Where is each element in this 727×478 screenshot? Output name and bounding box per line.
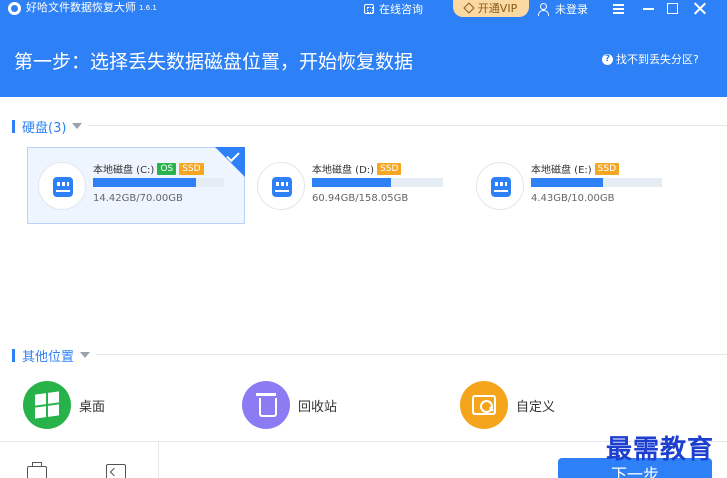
login-label: 未登录 xyxy=(555,2,588,16)
hard-drive-icon xyxy=(38,162,86,210)
app-version: 1.6.1 xyxy=(139,4,157,12)
step-header: 第一步：选择丢失数据磁盘位置，开始恢复数据 ? 找不到丢失分区? xyxy=(0,17,727,97)
trash-icon xyxy=(242,381,290,429)
disk-card-e[interactable]: 本地磁盘 (E:) SSD 4.43GB/10.00GB xyxy=(465,147,683,224)
chevron-down-icon xyxy=(80,352,91,358)
step-title: 第一步：选择丢失数据磁盘位置，开始恢复数据 xyxy=(14,51,414,73)
footer-divider xyxy=(0,441,727,442)
other-section-toggle[interactable]: 其他位置 xyxy=(12,348,91,365)
disk-usage-fill xyxy=(531,178,604,187)
vip-label: 开通VIP xyxy=(477,1,518,15)
user-icon xyxy=(537,2,549,16)
disk-usage-bar xyxy=(93,178,224,187)
location-recycle-bin[interactable]: 回收站 xyxy=(242,381,337,429)
app-logo-icon xyxy=(8,2,21,15)
disk-size: 60.94GB/158.05GB xyxy=(312,193,409,204)
app-title-text: 好哈文件数据恢复大师 xyxy=(26,1,136,14)
disk-usage-fill xyxy=(93,178,197,187)
app-title: 好哈文件数据恢复大师 1.6.1 xyxy=(26,1,157,15)
disk-card-d[interactable]: 本地磁盘 (D:) SSD 60.94GB/158.05GB xyxy=(246,147,464,224)
hard-drive-icon xyxy=(476,162,524,210)
online-consult-label: 在线咨询 xyxy=(379,2,423,16)
disk-size: 14.42GB/70.00GB xyxy=(93,193,183,204)
menu-icon[interactable] xyxy=(608,0,630,17)
location-desktop[interactable]: 桌面 xyxy=(23,381,105,429)
disk-name-text: 本地磁盘 (E:) xyxy=(531,165,592,176)
briefcase-icon[interactable] xyxy=(26,462,47,478)
disks-section-toggle[interactable]: 硬盘(3) xyxy=(12,119,83,136)
ssd-badge: SSD xyxy=(179,162,204,175)
disk-card-c[interactable]: 本地磁盘 (C:) OS SSD 14.42GB/70.00GB xyxy=(27,147,245,224)
location-label: 自定义 xyxy=(516,399,556,415)
hard-drive-icon xyxy=(257,162,305,210)
login-button[interactable]: 未登录 xyxy=(537,0,588,17)
online-consult-button[interactable]: 在线咨询 xyxy=(364,0,423,17)
history-folder-icon[interactable] xyxy=(105,462,126,478)
chevron-down-icon xyxy=(72,123,83,129)
selected-corner xyxy=(215,147,245,177)
consult-icon xyxy=(364,3,374,14)
disk-size: 4.43GB/10.00GB xyxy=(531,193,615,204)
ssd-badge: SSD xyxy=(594,162,620,175)
disk-name: 本地磁盘 (C:) OS SSD xyxy=(93,161,204,176)
location-label: 回收站 xyxy=(298,399,338,415)
missing-partition-help-link[interactable]: ? 找不到丢失分区? xyxy=(602,51,699,67)
disk-usage-bar xyxy=(531,178,662,187)
disk-usage-bar xyxy=(312,178,443,187)
minimize-icon[interactable] xyxy=(638,0,660,17)
question-icon: ? xyxy=(602,53,613,65)
location-custom[interactable]: 自定义 xyxy=(460,381,555,429)
vip-button[interactable]: 开通VIP xyxy=(453,0,529,17)
diamond-icon xyxy=(463,1,475,14)
ssd-badge: SSD xyxy=(377,162,402,175)
windows-icon xyxy=(23,381,71,429)
disk-name: 本地磁盘 (D:) SSD xyxy=(312,161,402,176)
os-badge: OS xyxy=(157,162,177,175)
section-marker xyxy=(12,348,15,362)
disks-section-title: 硬盘(3) xyxy=(22,120,67,136)
section-divider xyxy=(96,354,727,355)
close-icon[interactable] xyxy=(689,0,711,17)
section-marker xyxy=(12,119,15,133)
maximize-icon[interactable] xyxy=(662,0,684,17)
disk-name-text: 本地磁盘 (C:) xyxy=(93,165,155,176)
title-bar: 好哈文件数据恢复大师 1.6.1 在线咨询 开通VIP 未登录 xyxy=(0,0,727,17)
section-divider xyxy=(88,125,727,126)
disk-name-text: 本地磁盘 (D:) xyxy=(312,165,375,176)
folder-search-icon xyxy=(460,381,508,429)
footer-separator xyxy=(158,442,159,478)
location-label: 桌面 xyxy=(79,399,106,415)
help-link-label: 找不到丢失分区? xyxy=(616,53,699,66)
disk-name: 本地磁盘 (E:) SSD xyxy=(531,161,620,176)
disk-usage-fill xyxy=(312,178,391,187)
next-step-button[interactable]: 下一步 xyxy=(558,458,712,478)
other-section-title: 其他位置 xyxy=(22,349,75,365)
